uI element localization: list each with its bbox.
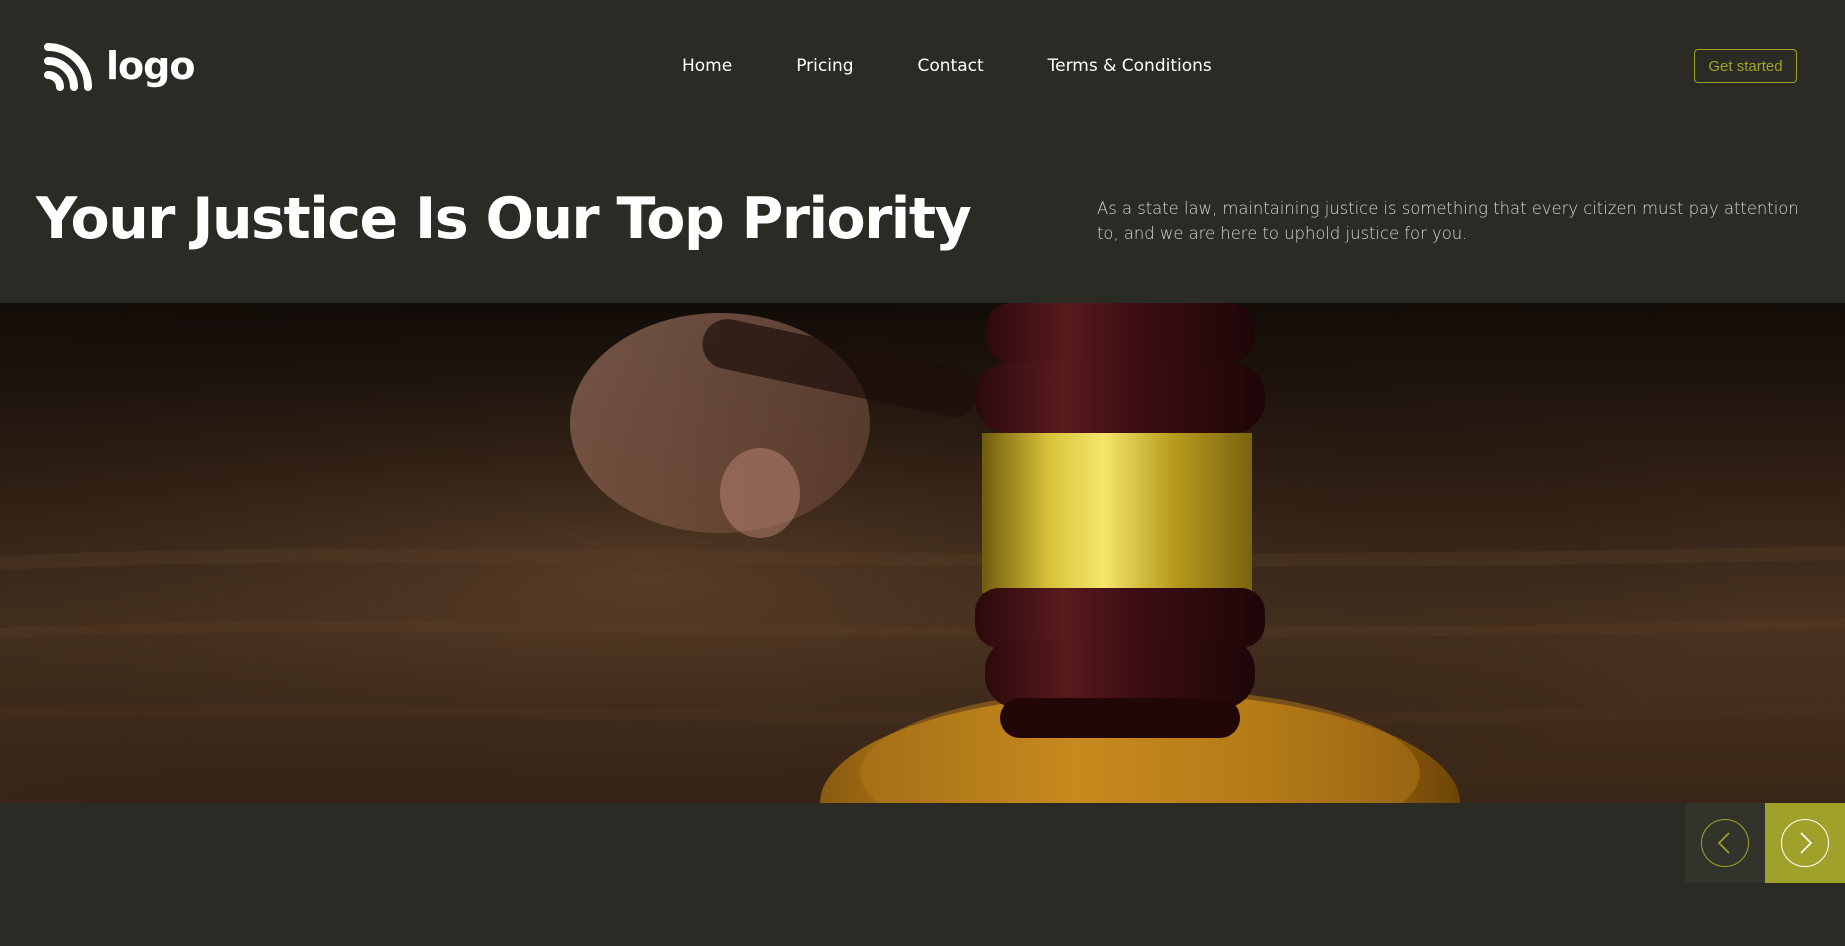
- slider-prev-circle: [1701, 819, 1749, 867]
- logo[interactable]: logo: [44, 40, 195, 92]
- hero-image: [0, 303, 1845, 803]
- chevron-left-icon: [1717, 832, 1730, 854]
- slider-next-button[interactable]: [1765, 803, 1845, 883]
- nav-terms[interactable]: Terms & Conditions: [1048, 54, 1212, 78]
- site-header: logo Home Pricing Contact Terms & Condit…: [0, 0, 1845, 135]
- hero-title: Your Justice Is Our Top Priority: [36, 186, 972, 252]
- hero-description: As a state law, maintaining justice is s…: [1097, 199, 1799, 243]
- main-nav: Home Pricing Contact Terms & Conditions: [682, 54, 1212, 78]
- get-started-button[interactable]: Get started: [1694, 49, 1797, 83]
- nav-pricing[interactable]: Pricing: [796, 54, 853, 78]
- gavel-image: [0, 303, 1845, 803]
- slider-next-circle: [1781, 819, 1829, 867]
- chevron-right-icon: [1800, 832, 1813, 854]
- nav-home[interactable]: Home: [682, 54, 732, 78]
- slider-prev-button[interactable]: [1685, 803, 1765, 883]
- logo-text: logo: [106, 44, 195, 88]
- nav-contact[interactable]: Contact: [918, 54, 984, 78]
- logo-icon: [44, 43, 92, 91]
